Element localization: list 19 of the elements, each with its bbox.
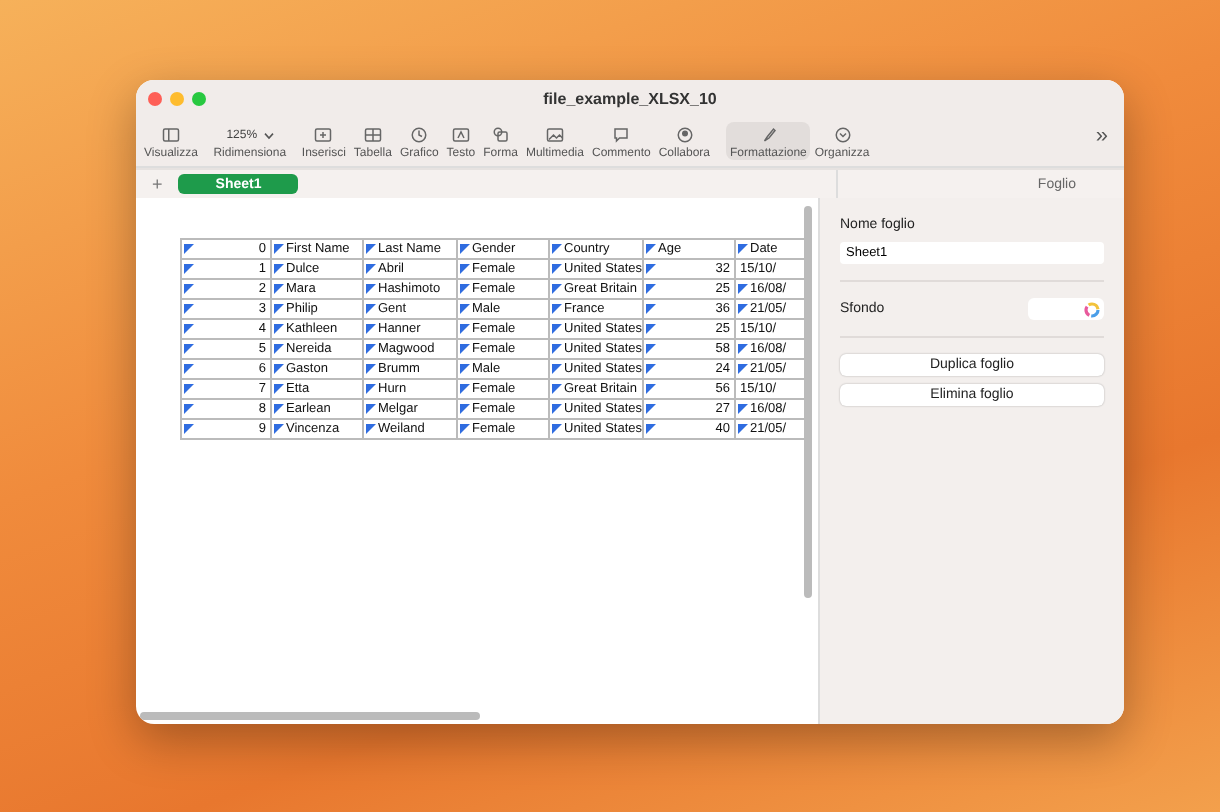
chevron-down-icon [263, 131, 274, 139]
sidebar-icon [161, 126, 180, 144]
shape-icon [491, 126, 510, 144]
comment-icon [612, 126, 631, 144]
window-title: file_example_XLSX_10 [543, 89, 717, 107]
media-icon [545, 126, 564, 144]
text-icon [451, 126, 470, 144]
more-button[interactable]: » [1083, 124, 1120, 160]
table-icon [363, 126, 382, 144]
add-sheet-button[interactable]: + [152, 174, 163, 194]
color-well[interactable] [1028, 298, 1104, 320]
brush-icon [759, 126, 778, 144]
vertical-scrollbar[interactable] [804, 206, 812, 598]
zoom-button[interactable] [192, 91, 206, 105]
close-button[interactable] [148, 91, 162, 105]
color-wheel-icon [1084, 301, 1100, 317]
minimize-button[interactable] [170, 91, 184, 105]
plus-icon [314, 126, 333, 144]
horizontal-scrollbar[interactable] [140, 712, 480, 720]
